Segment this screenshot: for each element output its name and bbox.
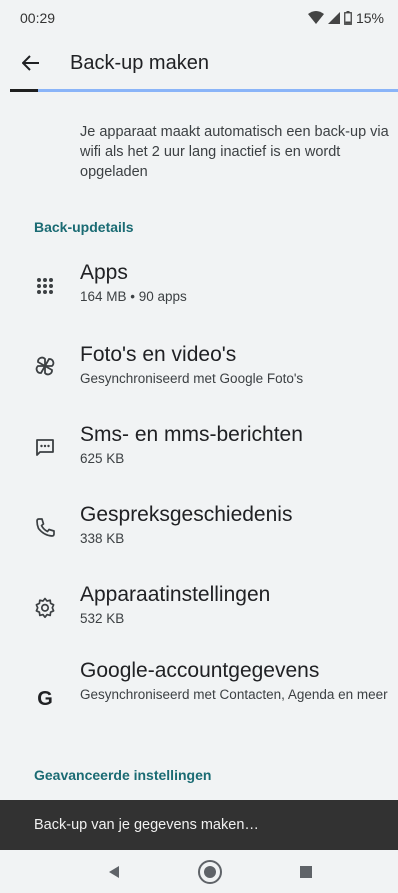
pinwheel-icon: [35, 356, 55, 376]
app-bar: Back-up maken: [0, 36, 398, 90]
backup-item-subtitle: Gesynchroniseerd met Google Foto's: [80, 371, 304, 386]
svg-text:G: G: [37, 688, 53, 710]
page-title: Back-up maken: [70, 51, 209, 74]
gear-icon: [35, 597, 55, 619]
backup-item-call-history[interactable]: Gespreksgeschiedenis 338 KB: [0, 500, 398, 562]
battery-icon: [344, 11, 352, 25]
backup-item-subtitle: Gesynchroniseerd met Contacten, Agenda e…: [80, 687, 388, 702]
signal-icon: [327, 12, 340, 24]
progress-bar: [10, 89, 398, 92]
backup-item-title: Gespreksgeschiedenis: [80, 503, 293, 526]
circle-home-icon: [198, 859, 222, 884]
nav-back-button[interactable]: [84, 850, 144, 893]
backup-item-subtitle: 625 KB: [80, 451, 125, 466]
status-bar: 00:29 15%: [0, 0, 398, 36]
status-time: 00:29: [20, 10, 56, 26]
wifi-icon: [307, 11, 324, 24]
backup-item-subtitle: 338 KB: [80, 531, 125, 546]
backup-item-apps[interactable]: Apps 164 MB • 90 apps: [0, 258, 398, 320]
backup-description: Je apparaat maakt automatisch een back-u…: [80, 124, 389, 180]
snackbar-text: Back-up van je gegevens maken…: [34, 817, 259, 833]
system-nav-bar: [0, 850, 398, 893]
backup-item-title: Sms- en mms-berichten: [80, 423, 303, 446]
backup-item-subtitle: 532 KB: [80, 611, 125, 626]
backup-item-title: Apparaatinstellingen: [80, 583, 271, 606]
backup-item-title: Foto's en video's: [80, 343, 237, 366]
backup-item-google-account[interactable]: G Google-accountgegevens Gesynchroniseer…: [0, 659, 398, 740]
google-g-icon: G: [37, 688, 53, 710]
backup-item-title: Google-accountgegevens: [80, 659, 320, 682]
phone-icon: [36, 518, 55, 537]
backup-item-messages[interactable]: Sms- en mms-berichten 625 KB: [0, 420, 398, 482]
section-header-advanced-settings[interactable]: Geavanceerde instellingen: [34, 767, 211, 783]
nav-recents-button[interactable]: [276, 850, 336, 893]
status-icons: 15%: [307, 10, 384, 26]
backup-item-photos[interactable]: Foto's en video's Gesynchroniseerd met G…: [0, 340, 398, 402]
back-button[interactable]: [0, 36, 64, 90]
backup-item-device-settings[interactable]: Apparaatinstellingen 532 KB: [0, 580, 398, 642]
progress-indicator: [10, 89, 38, 92]
nav-home-button[interactable]: [180, 850, 240, 893]
section-header-backup-details: Back-updetails: [34, 219, 134, 235]
backup-item-subtitle: 164 MB • 90 apps: [80, 289, 187, 304]
message-icon: [36, 439, 54, 456]
battery-percent: 15%: [355, 10, 384, 26]
apps-grid-icon: [37, 278, 53, 294]
triangle-back-icon: [109, 865, 119, 878]
backup-item-title: Apps: [80, 261, 128, 284]
snackbar: Back-up van je gegevens maken…: [0, 800, 398, 850]
square-recents-icon: [300, 865, 312, 878]
arrow-back-icon: [22, 55, 39, 71]
